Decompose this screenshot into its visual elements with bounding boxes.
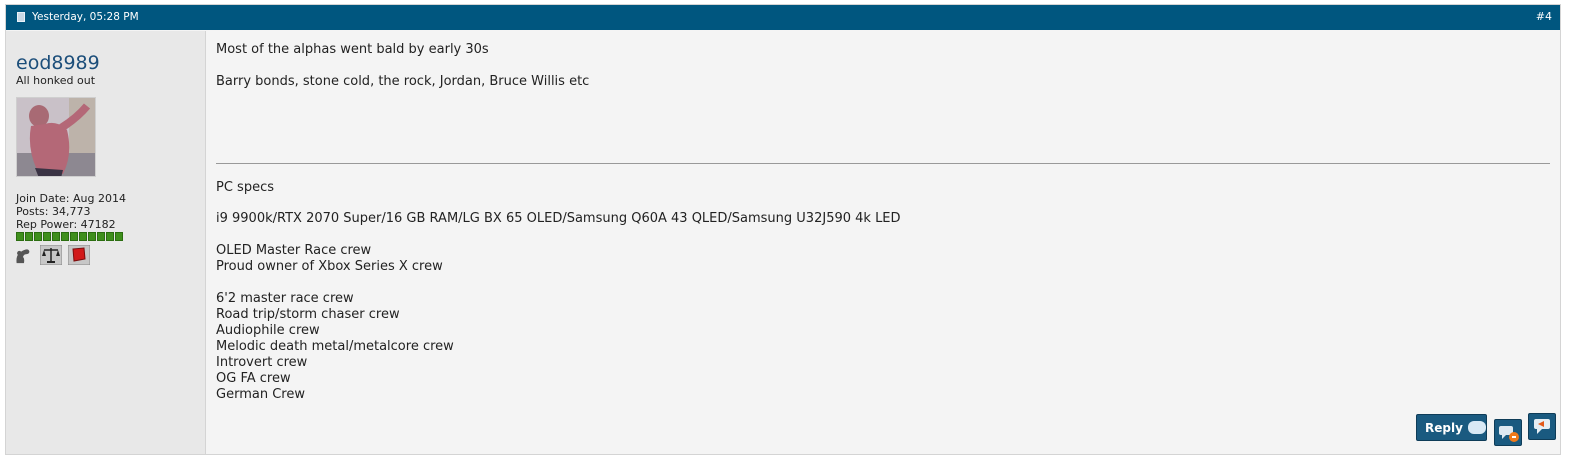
post-text-line: Most of the alphas went bald by early 30… — [216, 42, 489, 57]
muscle-icon — [16, 249, 30, 264]
signature-line: Proud owner of Xbox Series X crew — [216, 259, 443, 274]
scales-icon[interactable] — [40, 245, 62, 265]
signature-divider — [216, 163, 1550, 164]
rep-pip — [106, 232, 114, 241]
signature-line: German Crew — [216, 387, 305, 402]
reputation-bar[interactable] — [16, 232, 123, 241]
signature-line: PC specs — [216, 180, 274, 195]
rep-pip — [88, 232, 96, 241]
rep-pip — [16, 232, 24, 241]
post-header: Yesterday, 05:28 PM #4 — [6, 5, 1560, 30]
post-date: Yesterday, 05:28 PM — [32, 11, 139, 23]
rep-pip — [97, 232, 105, 241]
post-number-link[interactable]: #4 — [1536, 10, 1552, 23]
rep-pip — [52, 232, 60, 241]
reply-label: Reply — [1425, 420, 1463, 435]
quote-icon — [1534, 419, 1550, 434]
join-date: Join Date: Aug 2014 — [16, 192, 126, 205]
speech-bubble-icon — [1467, 421, 1486, 434]
signature-line: Melodic death metal/metalcore crew — [216, 339, 454, 354]
rep-pip — [79, 232, 87, 241]
signature-line: OG FA crew — [216, 371, 291, 386]
signature-line: OLED Master Race crew — [216, 243, 372, 258]
document-icon — [17, 12, 25, 22]
user-sidebar: eod8989 All honked out Join Date: Aug 20… — [6, 31, 206, 454]
rep-pip — [34, 232, 42, 241]
user-title: All honked out — [16, 74, 96, 87]
quote-button[interactable] — [1528, 413, 1556, 440]
post-text-line: Barry bonds, stone cold, the rock, Jorda… — [216, 74, 590, 89]
multiquote-button[interactable] — [1494, 419, 1522, 446]
rep-power: Rep Power: 47182 — [16, 218, 116, 231]
user-info: Join Date: Aug 2014 Posts: 34,773 Rep Po… — [16, 192, 126, 231]
reply-button[interactable]: Reply — [1416, 414, 1487, 441]
signature-line: 6'2 master race crew — [216, 291, 354, 306]
rep-pip — [25, 232, 33, 241]
signature-line: Audiophile crew — [216, 323, 320, 338]
post-content: Most of the alphas went bald by early 30… — [216, 31, 1552, 454]
avatar-image — [17, 98, 95, 176]
flag-icon[interactable] — [68, 245, 90, 265]
signature-line: i9 9900k/RTX 2070 Super/16 GB RAM/LG BX … — [216, 211, 901, 226]
username-link[interactable]: eod8989 — [16, 52, 100, 74]
rep-pip — [43, 232, 51, 241]
signature-line: Road trip/storm chaser crew — [216, 307, 400, 322]
user-icons — [12, 245, 90, 265]
rep-pip — [70, 232, 78, 241]
multiquote-icon — [1499, 426, 1519, 442]
post-count: Posts: 34,773 — [16, 205, 91, 218]
rep-pip — [115, 232, 123, 241]
signature-line: Introvert crew — [216, 355, 308, 370]
forum-post: Yesterday, 05:28 PM #4 eod8989 All honke… — [5, 4, 1561, 455]
avatar[interactable] — [16, 97, 96, 177]
rep-pip — [61, 232, 69, 241]
